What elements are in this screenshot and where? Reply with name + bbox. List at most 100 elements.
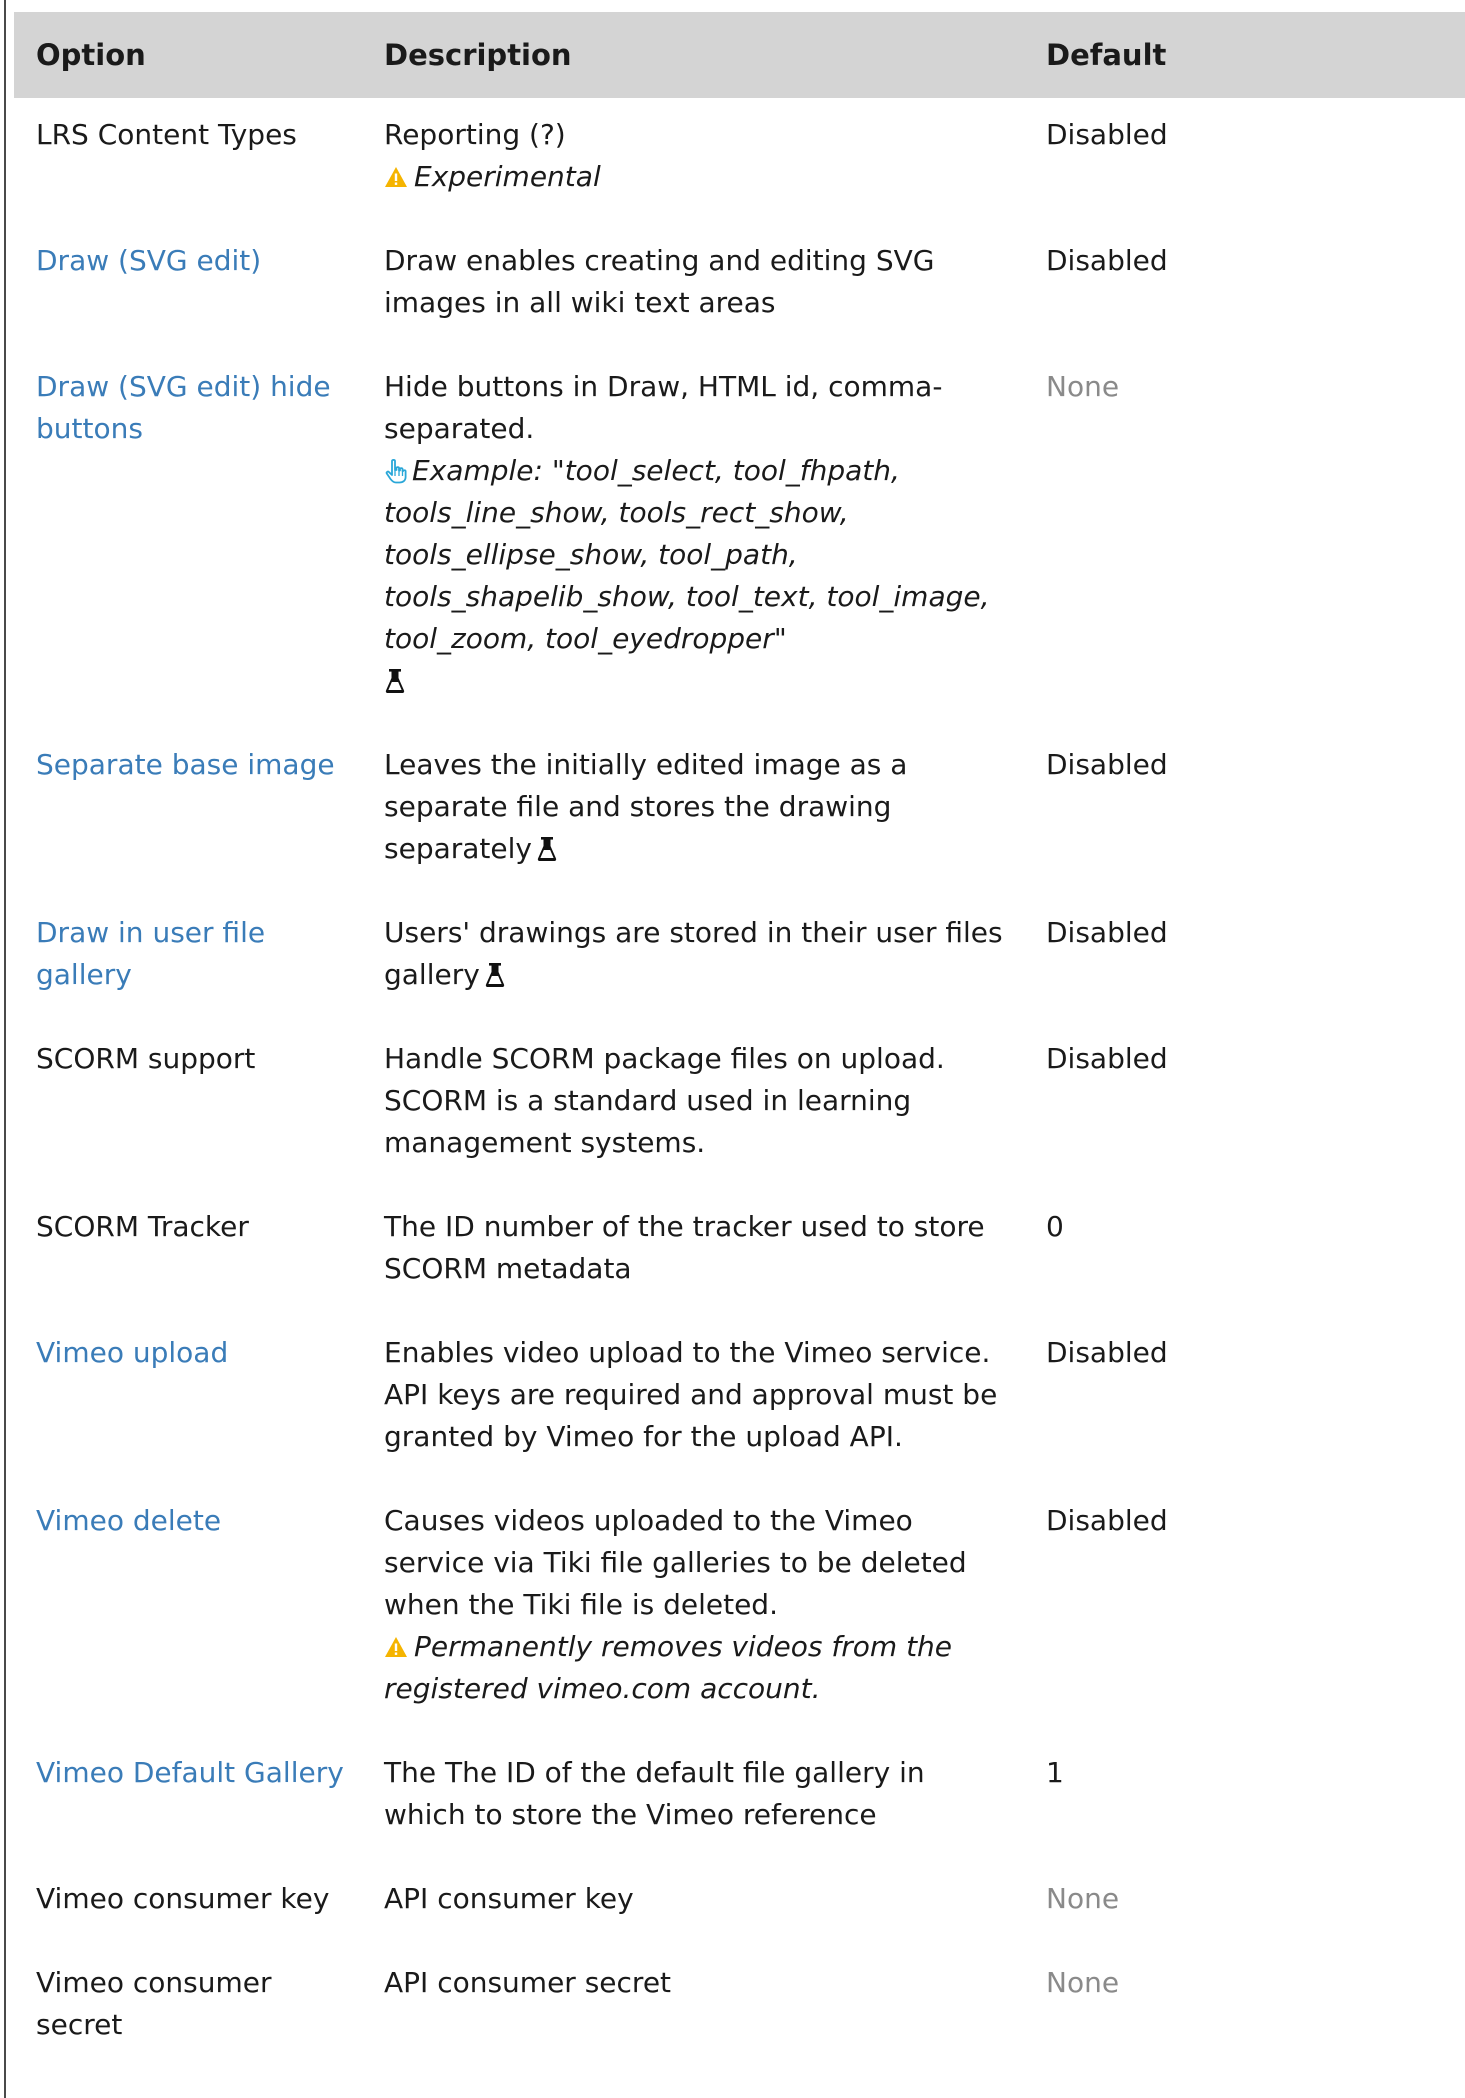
option-label: LRS Content Types	[36, 118, 297, 151]
description-text: Reporting (?)	[384, 118, 566, 151]
option-label: Vimeo consumer secret	[36, 1966, 272, 2041]
description-text: Handle SCORM package files on upload. SC…	[384, 1042, 945, 1159]
default-cell: 0	[1024, 1192, 1465, 1318]
table-row: Vimeo consumer key API consumer key None	[14, 1864, 1465, 1948]
description-cell: Leaves the initially edited image as a s…	[362, 730, 1024, 898]
option-cell: Vimeo upload	[14, 1318, 362, 1486]
table-row: Vimeo delete Causes videos uploaded to t…	[14, 1486, 1465, 1738]
note-text: Permanently removes videos from the regi…	[384, 1630, 953, 1705]
default-value: Disabled	[1046, 748, 1168, 781]
default-value: None	[1046, 1882, 1120, 1915]
table-row: Draw in user file gallery Users' drawing…	[14, 898, 1465, 1024]
option-link-draw-svg-edit[interactable]: Draw (SVG edit)	[36, 244, 261, 277]
option-link-draw-user-file-gallery[interactable]: Draw in user file gallery	[36, 916, 265, 991]
flask-icon	[485, 963, 504, 987]
note-text: Experimental	[414, 160, 601, 193]
option-link-separate-base-image[interactable]: Separate base image	[36, 748, 335, 781]
option-cell: Vimeo consumer key	[14, 1864, 362, 1948]
default-cell: Disabled	[1024, 898, 1465, 1024]
description-cell: Hide buttons in Draw, HTML id, comma-sep…	[362, 352, 1024, 730]
default-cell: None	[1024, 1948, 1465, 2074]
option-cell: Vimeo Default Gallery	[14, 1738, 362, 1864]
default-cell: Disabled	[1024, 226, 1465, 352]
left-border-rule	[4, 0, 6, 2098]
default-cell: Disabled	[1024, 98, 1465, 226]
table-row: Draw (SVG edit) hide buttons Hide button…	[14, 352, 1465, 730]
default-value: None	[1046, 370, 1120, 403]
default-value: 0	[1046, 1210, 1064, 1243]
table-row: Separate base image Leaves the initially…	[14, 730, 1465, 898]
example-label: Example:	[412, 454, 543, 487]
description-cell: API consumer key	[362, 1864, 1024, 1948]
description-text: Hide buttons in Draw, HTML id, comma-sep…	[384, 370, 943, 445]
default-value: Disabled	[1046, 118, 1168, 151]
description-cell: Enables video upload to the Vimeo servic…	[362, 1318, 1024, 1486]
option-label: Vimeo consumer key	[36, 1882, 330, 1915]
default-cell: Disabled	[1024, 1024, 1465, 1192]
default-cell: None	[1024, 1864, 1465, 1948]
description-cell: API consumer secret	[362, 1948, 1024, 2074]
option-cell: SCORM Tracker	[14, 1192, 362, 1318]
default-cell: Disabled	[1024, 730, 1465, 898]
option-label: SCORM support	[36, 1042, 256, 1075]
default-value: Disabled	[1046, 244, 1168, 277]
hand-pointer-icon	[385, 458, 407, 484]
option-cell: Draw (SVG edit)	[14, 226, 362, 352]
description-text: Users' drawings are stored in their user…	[384, 916, 1003, 991]
description-cell: The The ID of the default file gallery i…	[362, 1738, 1024, 1864]
option-cell: Draw (SVG edit) hide buttons	[14, 352, 362, 730]
default-cell: Disabled	[1024, 1318, 1465, 1486]
description-text: The ID number of the tracker used to sto…	[384, 1210, 985, 1285]
description-cell: Users' drawings are stored in their user…	[362, 898, 1024, 1024]
option-cell: LRS Content Types	[14, 98, 362, 226]
table-body: LRS Content Types Reporting (?) Experime…	[14, 98, 1465, 2074]
table-header-row: Option Description Default	[14, 12, 1465, 98]
default-value: Disabled	[1046, 1042, 1168, 1075]
warning-icon	[385, 1637, 407, 1657]
table-row: SCORM Tracker The ID number of the track…	[14, 1192, 1465, 1318]
default-cell: Disabled	[1024, 1486, 1465, 1738]
description-text: Draw enables creating and editing SVG im…	[384, 244, 935, 319]
description-cell: Reporting (?) Experimental	[362, 98, 1024, 226]
flask-icon	[537, 837, 557, 861]
table-row: Vimeo consumer secret API consumer secre…	[14, 1948, 1465, 2074]
example-block: Example: "tool_select, tool_fhpath, tool…	[384, 454, 990, 697]
option-cell: Separate base image	[14, 730, 362, 898]
preferences-table-container: Option Description Default LRS Content T…	[14, 12, 1465, 2074]
header-default: Default	[1024, 12, 1465, 98]
table-row: Vimeo upload Enables video upload to the…	[14, 1318, 1465, 1486]
option-cell: SCORM support	[14, 1024, 362, 1192]
option-link-vimeo-upload[interactable]: Vimeo upload	[36, 1336, 228, 1369]
flask-icon	[385, 669, 405, 693]
default-value: 1	[1046, 1756, 1064, 1789]
description-text: API consumer key	[384, 1882, 634, 1915]
option-cell: Draw in user file gallery	[14, 898, 362, 1024]
description-cell: Draw enables creating and editing SVG im…	[362, 226, 1024, 352]
option-link-vimeo-default-gallery[interactable]: Vimeo Default Gallery	[36, 1756, 344, 1789]
option-link-vimeo-delete[interactable]: Vimeo delete	[36, 1504, 221, 1537]
description-cell: Causes videos uploaded to the Vimeo serv…	[362, 1486, 1024, 1738]
header-option: Option	[14, 12, 362, 98]
description-cell: The ID number of the tracker used to sto…	[362, 1192, 1024, 1318]
preferences-table: Option Description Default LRS Content T…	[14, 12, 1465, 2074]
table-row: LRS Content Types Reporting (?) Experime…	[14, 98, 1465, 226]
description-cell: Handle SCORM package files on upload. SC…	[362, 1024, 1024, 1192]
table-row: Vimeo Default Gallery The The ID of the …	[14, 1738, 1465, 1864]
default-cell: 1	[1024, 1738, 1465, 1864]
experimental-note: Experimental	[384, 160, 601, 193]
default-value: None	[1046, 1966, 1120, 1999]
description-text: The The ID of the default file gallery i…	[384, 1756, 925, 1831]
default-value: Disabled	[1046, 1336, 1168, 1369]
table-row: Draw (SVG edit) Draw enables creating an…	[14, 226, 1465, 352]
option-cell: Vimeo consumer secret	[14, 1948, 362, 2074]
description-text: Leaves the initially edited image as a s…	[384, 748, 908, 865]
default-cell: None	[1024, 352, 1465, 730]
default-value: Disabled	[1046, 1504, 1168, 1537]
option-label: SCORM Tracker	[36, 1210, 249, 1243]
warning-icon	[385, 167, 407, 187]
table-row: SCORM support Handle SCORM package files…	[14, 1024, 1465, 1192]
table-header: Option Description Default	[14, 12, 1465, 98]
header-description: Description	[362, 12, 1024, 98]
default-value: Disabled	[1046, 916, 1168, 949]
option-link-draw-hide-buttons[interactable]: Draw (SVG edit) hide buttons	[36, 370, 331, 445]
